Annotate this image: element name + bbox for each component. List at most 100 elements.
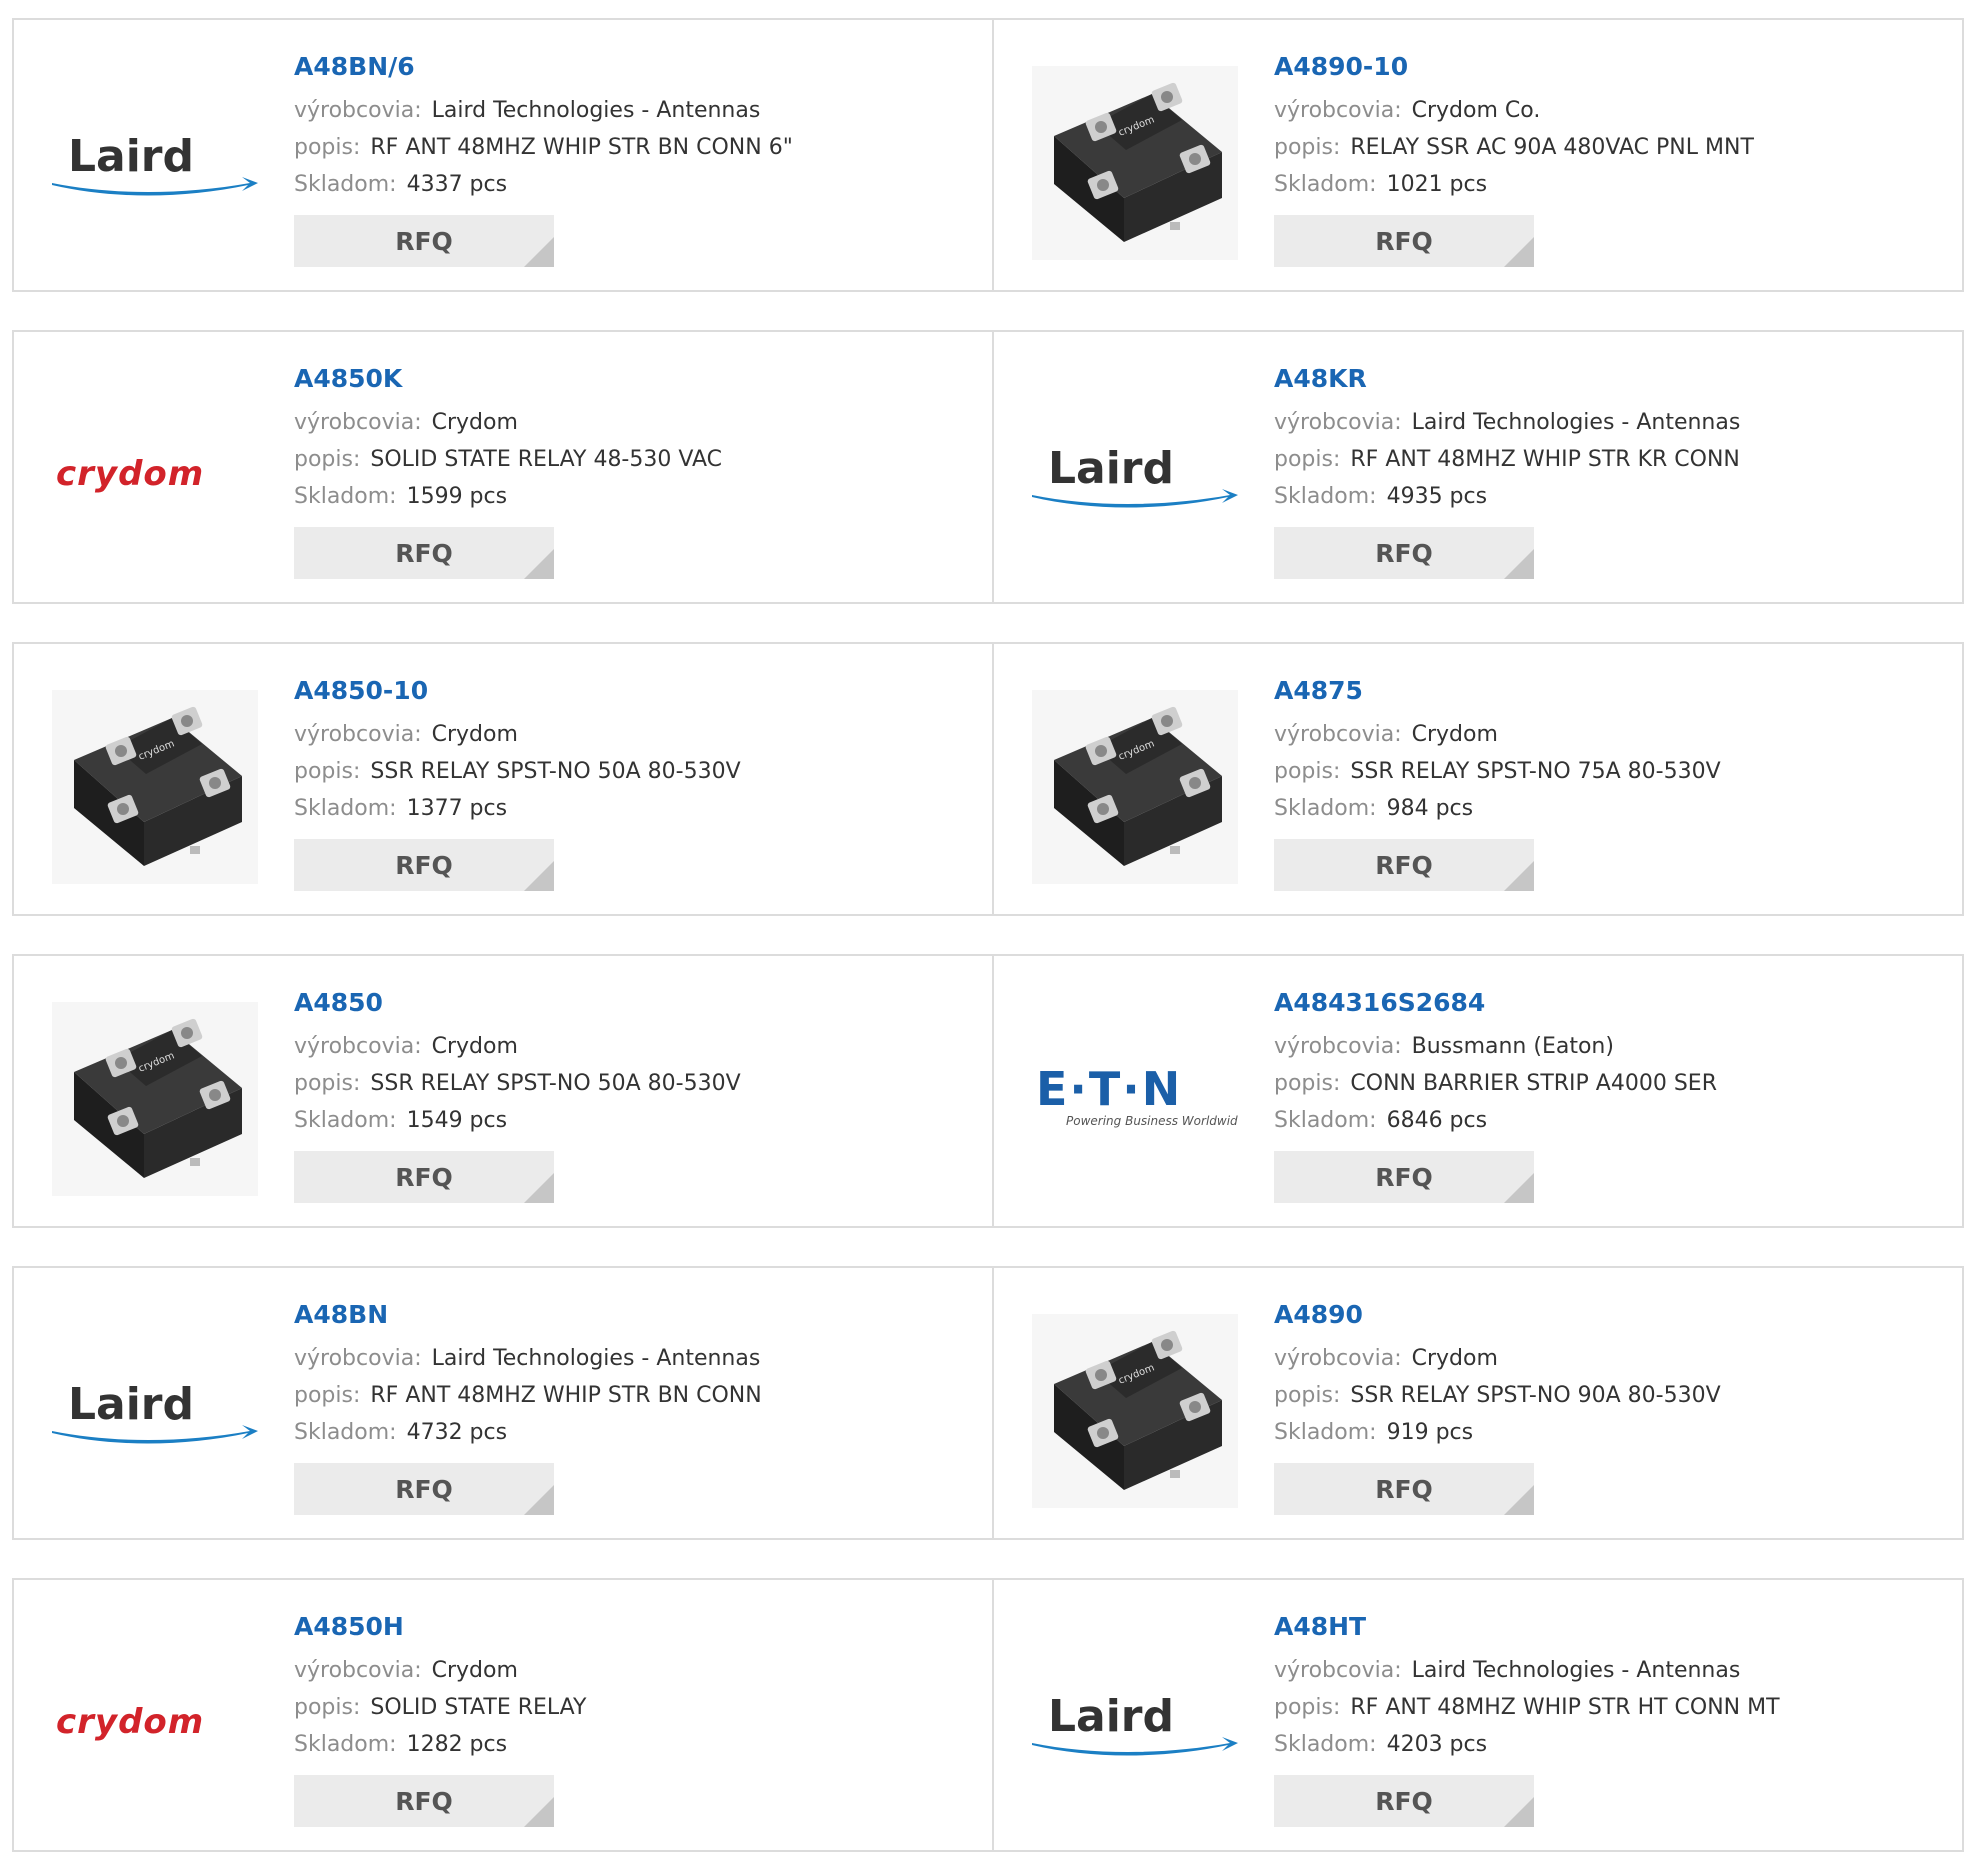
rfq-button[interactable]: RFQ [1274, 527, 1534, 579]
description-row: popis: SSR RELAY SPST-NO 75A 80-530V [1274, 753, 1721, 790]
rfq-label: RFQ [1375, 850, 1433, 880]
description-value: RELAY SSR AC 90A 480VAC PNL MNT [1350, 135, 1754, 160]
stock-row: Skladom: 919 pcs [1274, 1414, 1721, 1451]
rfq-label: RFQ [395, 538, 453, 568]
manufacturer-label: výrobcovia: [1274, 98, 1402, 123]
product-card: Laird A48HT výrobcovia: Laird Technologies… [992, 1580, 1964, 1850]
stock-row: Skladom: 1549 pcs [294, 1102, 741, 1139]
product-row: crydom A4850-10 výrobcovia: Crydom popis: SS… [12, 642, 1964, 916]
rfq-button[interactable]: RFQ [294, 839, 554, 891]
description-label: popis: [294, 1695, 361, 1720]
stock-row: Skladom: 1021 pcs [1274, 166, 1754, 203]
button-corner-decoration [1504, 1797, 1534, 1827]
stock-value: 4935 pcs [1386, 484, 1488, 509]
product-image[interactable]: Laird [52, 1314, 258, 1508]
product-card: crydom A4850K výrobcovia: Crydom popis: SOLI… [14, 332, 992, 602]
button-corner-decoration [524, 1173, 554, 1203]
manufacturer-label: výrobcovia: [1274, 410, 1402, 435]
manufacturer-value: Crydom [431, 1658, 518, 1683]
part-number-link[interactable]: A4850 [294, 986, 741, 1020]
manufacturer-value: Crydom [1411, 722, 1498, 747]
manufacturer-row: výrobcovia: Crydom [294, 716, 741, 753]
crydom-logo: crydom [56, 1702, 203, 1742]
product-image[interactable]: Laird [1032, 378, 1238, 572]
stock-label: Skladom: [294, 484, 397, 509]
product-image[interactable]: Laird [52, 66, 258, 260]
product-image[interactable]: crydom [52, 378, 258, 572]
part-number-link[interactable]: A48KR [1274, 362, 1740, 396]
manufacturer-value: Laird Technologies - Antennas [1411, 410, 1741, 435]
stock-label: Skladom: [294, 796, 397, 821]
product-image[interactable]: crydom [52, 1626, 258, 1820]
description-row: popis: SSR RELAY SPST-NO 50A 80-530V [294, 1065, 741, 1102]
product-image[interactable]: crydom [1032, 66, 1238, 260]
rfq-button[interactable]: RFQ [294, 527, 554, 579]
stock-row: Skladom: 4732 pcs [294, 1414, 762, 1451]
part-number-link[interactable]: A4890 [1274, 1298, 1721, 1332]
product-image[interactable]: crydom [1032, 1314, 1238, 1508]
part-number-link[interactable]: A4850-10 [294, 674, 741, 708]
manufacturer-row: výrobcovia: Laird Technologies - Antennas [1274, 404, 1740, 441]
product-row: crydom A4850K výrobcovia: Crydom popis: SOLI… [12, 330, 1964, 604]
manufacturer-value: Crydom [1411, 1346, 1498, 1371]
description-value: SSR RELAY SPST-NO 50A 80-530V [370, 1071, 741, 1096]
manufacturer-label: výrobcovia: [1274, 722, 1402, 747]
product-image[interactable]: E·T·N Powering Business Worldwide [1032, 1002, 1238, 1196]
svg-text:Powering Business Worldwide: Powering Business Worldwide [1066, 1114, 1238, 1128]
rfq-label: RFQ [1375, 1786, 1433, 1816]
svg-text:E·T·N: E·T·N [1036, 1062, 1182, 1116]
rfq-button[interactable]: RFQ [1274, 1463, 1534, 1515]
stock-value: 1377 pcs [406, 796, 508, 821]
description-label: popis: [1274, 447, 1341, 472]
product-image[interactable]: crydom [52, 690, 258, 884]
eaton-logo: E·T·N Powering Business Worldwide [1036, 1062, 1238, 1128]
description-row: popis: RELAY SSR AC 90A 480VAC PNL MNT [1274, 129, 1754, 166]
stock-label: Skladom: [294, 172, 397, 197]
manufacturer-label: výrobcovia: [294, 1346, 422, 1371]
product-card: crydom A4890 výrobcovia: Crydom popis: SSR R… [992, 1268, 1964, 1538]
part-number-link[interactable]: A4875 [1274, 674, 1721, 708]
product-image[interactable]: crydom [1032, 690, 1238, 884]
stock-label: Skladom: [1274, 1108, 1377, 1133]
rfq-button[interactable]: RFQ [294, 215, 554, 267]
stock-label: Skladom: [1274, 1420, 1377, 1445]
part-number-link[interactable]: A48BN [294, 1298, 762, 1332]
rfq-button[interactable]: RFQ [294, 1775, 554, 1827]
description-label: popis: [1274, 759, 1341, 784]
part-number-link[interactable]: A484316S2684 [1274, 986, 1717, 1020]
rfq-button[interactable]: RFQ [294, 1151, 554, 1203]
product-grid: Laird A48BN/6 výrobcovia: Laird Technologi… [0, 0, 1964, 1852]
manufacturer-value: Crydom [431, 1034, 518, 1059]
stock-row: Skladom: 984 pcs [1274, 790, 1721, 827]
product-image[interactable]: Laird [1032, 1626, 1238, 1820]
description-row: popis: SOLID STATE RELAY 48-530 VAC [294, 441, 722, 478]
rfq-button[interactable]: RFQ [1274, 1151, 1534, 1203]
rfq-button[interactable]: RFQ [1274, 839, 1534, 891]
description-value: SSR RELAY SPST-NO 90A 80-530V [1350, 1383, 1721, 1408]
part-number-link[interactable]: A48BN/6 [294, 50, 793, 84]
description-row: popis: RF ANT 48MHZ WHIP STR BN CONN [294, 1377, 762, 1414]
description-label: popis: [294, 759, 361, 784]
product-image[interactable]: crydom [52, 1002, 258, 1196]
button-corner-decoration [1504, 861, 1534, 891]
stock-row: Skladom: 4337 pcs [294, 166, 793, 203]
button-corner-decoration [524, 861, 554, 891]
manufacturer-row: výrobcovia: Laird Technologies - Antennas [294, 1340, 762, 1377]
rfq-button[interactable]: RFQ [1274, 215, 1534, 267]
part-number-link[interactable]: A4850K [294, 362, 722, 396]
rfq-button[interactable]: RFQ [1274, 1775, 1534, 1827]
description-value: SOLID STATE RELAY [370, 1695, 587, 1720]
description-value: RF ANT 48MHZ WHIP STR BN CONN [370, 1383, 762, 1408]
laird-logo: Laird [1032, 443, 1238, 508]
description-row: popis: RF ANT 48MHZ WHIP STR KR CONN [1274, 441, 1740, 478]
svg-text:Laird: Laird [68, 131, 194, 182]
button-corner-decoration [1504, 237, 1534, 267]
part-number-link[interactable]: A48HT [1274, 1610, 1780, 1644]
part-number-link[interactable]: A4850H [294, 1610, 586, 1644]
manufacturer-label: výrobcovia: [294, 98, 422, 123]
description-label: popis: [294, 135, 361, 160]
part-number-link[interactable]: A4890-10 [1274, 50, 1754, 84]
manufacturer-label: výrobcovia: [1274, 1346, 1402, 1371]
rfq-button[interactable]: RFQ [294, 1463, 554, 1515]
description-label: popis: [294, 447, 361, 472]
